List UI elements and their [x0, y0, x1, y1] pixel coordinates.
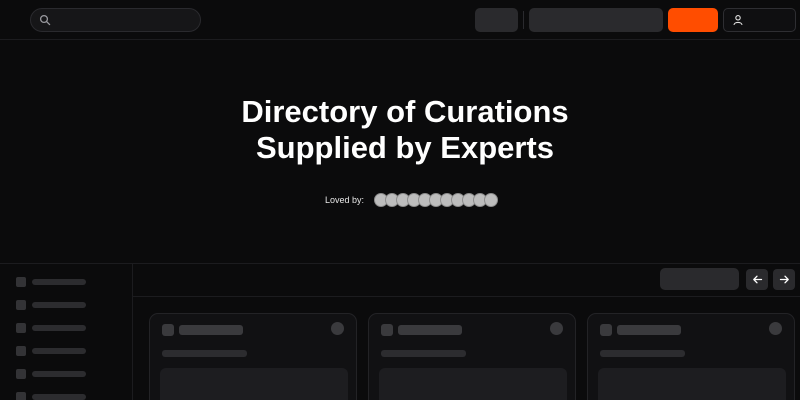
- primary-action-button[interactable]: [668, 8, 718, 32]
- card-subtitle: [381, 350, 466, 357]
- top-navbar: [0, 0, 800, 40]
- nav-wide-button[interactable]: [529, 8, 663, 32]
- card-title: [617, 325, 681, 335]
- sidebar-item-label: [32, 394, 86, 400]
- card-subtitle: [600, 350, 685, 357]
- arrow-left-icon: [752, 275, 762, 284]
- sidebar-item[interactable]: [16, 392, 86, 400]
- user-icon: [733, 15, 743, 26]
- sidebar-item-label: [32, 348, 86, 354]
- nav-divider: [523, 11, 524, 29]
- card-subtitle: [162, 350, 247, 357]
- sidebar-item-icon: [16, 392, 26, 400]
- card-icon: [600, 324, 612, 336]
- sidebar: [0, 264, 133, 400]
- prev-button[interactable]: [746, 269, 768, 290]
- hero-title-line-1: Directory of Curations: [241, 94, 569, 129]
- curation-card[interactable]: [587, 313, 795, 400]
- sidebar-item-icon: [16, 300, 26, 310]
- card-preview: [598, 368, 786, 400]
- arrow-right-icon: [779, 275, 789, 284]
- nav-button[interactable]: [475, 8, 518, 32]
- search-input[interactable]: [30, 8, 201, 32]
- sidebar-item-label: [32, 302, 86, 308]
- search-icon: [39, 14, 51, 26]
- card-menu-button[interactable]: [331, 322, 344, 335]
- card-menu-button[interactable]: [769, 322, 782, 335]
- card-title: [179, 325, 243, 335]
- loved-by-row: Loved by:: [325, 193, 499, 207]
- sidebar-item-label: [32, 325, 86, 331]
- sidebar-item-label: [32, 371, 86, 377]
- sidebar-item-icon: [16, 369, 26, 379]
- curation-card[interactable]: [368, 313, 576, 400]
- card-title: [398, 325, 462, 335]
- hero-title: Directory of Curations Supplied by Exper…: [150, 94, 660, 166]
- filter-button[interactable]: [660, 268, 739, 290]
- loved-by-label: Loved by:: [325, 195, 365, 205]
- curation-card[interactable]: [149, 313, 357, 400]
- hero-title-line-2: Supplied by Experts: [255, 130, 554, 165]
- card-preview: [379, 368, 567, 400]
- sidebar-item[interactable]: [16, 323, 86, 333]
- account-button[interactable]: [723, 8, 796, 32]
- sidebar-item-icon: [16, 323, 26, 333]
- toolbar-divider: [133, 296, 800, 297]
- card-menu-button[interactable]: [550, 322, 563, 335]
- card-icon: [162, 324, 174, 336]
- sidebar-item-icon: [16, 277, 26, 287]
- sidebar-item[interactable]: [16, 346, 86, 356]
- card-preview: [160, 368, 348, 400]
- avatar: [484, 193, 499, 207]
- next-button[interactable]: [773, 269, 795, 290]
- sidebar-item[interactable]: [16, 277, 86, 287]
- avatar-stack: [374, 193, 499, 207]
- sidebar-item-icon: [16, 346, 26, 356]
- sidebar-item-label: [32, 279, 86, 285]
- card-icon: [381, 324, 393, 336]
- sidebar-item[interactable]: [16, 300, 86, 310]
- sidebar-item[interactable]: [16, 369, 86, 379]
